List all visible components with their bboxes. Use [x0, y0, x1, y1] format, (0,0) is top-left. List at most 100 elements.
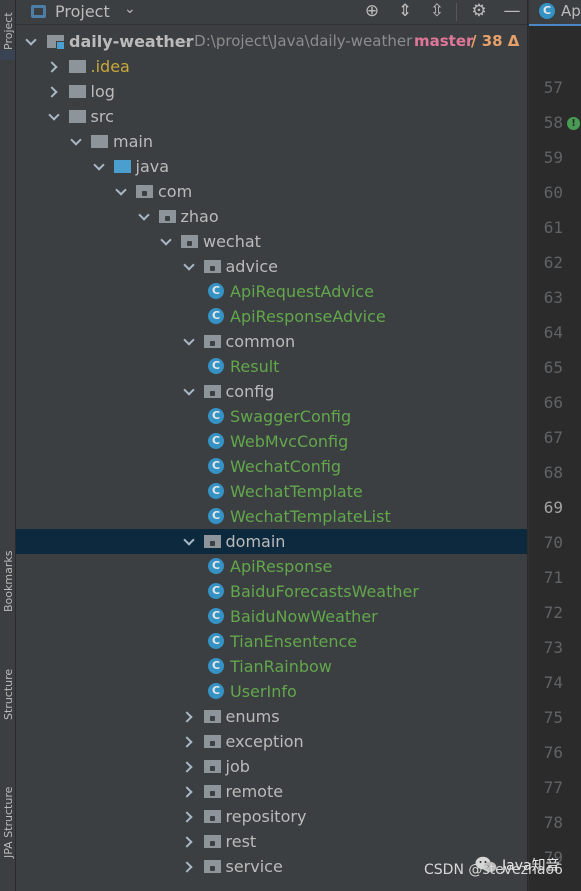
collapse-arrow-icon[interactable]	[182, 379, 196, 404]
folder-name: src	[90, 107, 114, 126]
folder-name: main	[113, 132, 153, 151]
tree-row-folder[interactable]: src	[16, 104, 527, 129]
tree-row-class[interactable]: C SwaggerConfig	[16, 404, 527, 429]
line-number: 78	[543, 813, 563, 832]
tree-row-class[interactable]: C ApiResponse	[16, 554, 527, 579]
tree-row-folder[interactable]: advice	[16, 254, 527, 279]
collapse-arrow-icon[interactable]	[182, 529, 196, 554]
editor-gutter: C Ap 57 58! 59 60 61 62 63 64 65 66 67 68 69 70 71 72 73…	[528, 0, 581, 891]
tree-row-class[interactable]: C Result	[16, 354, 527, 379]
tree-row-class[interactable]: C ApiRequestAdvice	[16, 279, 527, 304]
tree-row-folder[interactable]: exception	[16, 729, 527, 754]
expand-arrow-icon[interactable]	[182, 704, 196, 729]
tree-row-class[interactable]: C BaiduNowWeather	[16, 604, 527, 629]
project-toolbar: Project ⌄ ⊕ ⇕ ⇳ ⚙ —	[16, 0, 527, 25]
tree-row-class[interactable]: C WechatTemplate	[16, 479, 527, 504]
package-icon	[136, 185, 153, 198]
tree-row-class[interactable]: C TianRainbow	[16, 654, 527, 679]
expand-arrow-icon[interactable]	[182, 804, 196, 829]
project-view-title[interactable]: Project	[55, 2, 110, 21]
tree-row-class[interactable]: C WebMvcConfig	[16, 429, 527, 454]
tool-tab-bookmarks[interactable]: Bookmarks	[0, 551, 15, 622]
folder-name: exception	[225, 732, 304, 751]
tree-row-folder[interactable]: log	[16, 79, 527, 104]
folder-name: zhao	[180, 207, 219, 226]
tool-tab-label: Bookmarks	[2, 550, 15, 612]
class-icon: C	[208, 658, 224, 674]
tree-row-folder[interactable]: config	[16, 379, 527, 404]
collapse-all-icon[interactable]: ⇳	[426, 1, 448, 21]
tool-tab-structure[interactable]: Structure	[0, 669, 15, 730]
tree-row-folder[interactable]: remote	[16, 779, 527, 804]
class-name: ApiResponse	[230, 557, 333, 576]
run-gutter-icon[interactable]: !	[567, 117, 580, 130]
tool-tab-label: Project	[2, 12, 15, 50]
minimize-icon[interactable]: —	[501, 1, 523, 21]
collapse-arrow-icon[interactable]	[69, 129, 83, 154]
collapse-arrow-icon[interactable]	[182, 254, 196, 279]
tree-row-class[interactable]: C ApiResponseAdvice	[16, 304, 527, 329]
expand-arrow-icon[interactable]	[182, 729, 196, 754]
tree-row-folder[interactable]: rest	[16, 829, 527, 854]
expand-all-icon[interactable]: ⇕	[394, 1, 416, 21]
tree-row-folder[interactable]: job	[16, 754, 527, 779]
git-branch: master	[414, 32, 474, 50]
folder-name: remote	[225, 782, 284, 801]
folder-icon	[68, 110, 86, 123]
tree-row-folder[interactable]: .idea	[16, 54, 527, 79]
tree-row-folder[interactable]: zhao	[16, 204, 527, 229]
collapse-arrow-icon[interactable]	[114, 179, 128, 204]
folder-name: job	[225, 757, 250, 776]
expand-arrow-icon[interactable]	[24, 29, 38, 54]
folder-name: enums	[225, 707, 280, 726]
expand-arrow-icon[interactable]	[182, 779, 196, 804]
expand-arrow-icon[interactable]	[182, 754, 196, 779]
collapse-arrow-icon[interactable]	[182, 329, 196, 354]
line-number: 77	[543, 778, 563, 797]
expand-arrow-icon[interactable]	[182, 829, 196, 854]
tree-row-class[interactable]: C TianEnsentence	[16, 629, 527, 654]
tree-row-folder[interactable]: wechat	[16, 229, 527, 254]
line-number: 61	[543, 218, 563, 237]
tree-row-class[interactable]: C UserInfo	[16, 679, 527, 704]
tree-row-folder[interactable]: main	[16, 129, 527, 154]
gear-icon[interactable]: ⚙	[468, 1, 490, 21]
tree-row-folder[interactable]: enums	[16, 704, 527, 729]
module-name: daily-weather	[69, 32, 194, 51]
tool-window-strip: Project Bookmarks Structure JPA Structure	[0, 0, 16, 891]
folder-name: rest	[225, 832, 257, 851]
tree-row-class[interactable]: C WechatConfig	[16, 454, 527, 479]
tree-row-class[interactable]: C WechatTemplateList	[16, 504, 527, 529]
tool-tab-project[interactable]: Project	[0, 12, 15, 60]
editor-tab[interactable]: C Ap	[529, 0, 581, 26]
tree-row-folder[interactable]: domain	[16, 529, 527, 554]
view-dropdown-chevron-icon[interactable]: ⌄	[124, 1, 136, 17]
expand-arrow-icon[interactable]	[47, 79, 61, 104]
tool-tab-jpa-structure[interactable]: JPA Structure	[0, 787, 15, 868]
line-number: 62	[543, 253, 563, 272]
folder-name: domain	[225, 532, 286, 551]
expand-arrow-icon[interactable]	[47, 54, 61, 79]
tree-row-folder[interactable]: common	[16, 329, 527, 354]
class-name: WechatTemplate	[230, 482, 363, 501]
collapse-arrow-icon[interactable]	[159, 229, 173, 254]
tree-row-folder[interactable]: repository	[16, 804, 527, 829]
line-number: 70	[543, 533, 563, 552]
folder-name: .idea	[90, 57, 130, 76]
line-number: 69	[543, 498, 563, 517]
tree-row-root[interactable]: daily-weather - D:\project\Java\daily-wea…	[16, 29, 527, 54]
collapse-arrow-icon[interactable]	[137, 204, 151, 229]
tree-row-folder[interactable]: com	[16, 179, 527, 204]
expand-arrow-icon[interactable]	[182, 854, 196, 879]
package-icon	[181, 235, 198, 248]
crosshair-icon[interactable]: ⊕	[361, 1, 383, 21]
tree-row-class[interactable]: C BaiduForecastsWeather	[16, 579, 527, 604]
class-icon: C	[208, 483, 224, 499]
collapse-arrow-icon[interactable]	[92, 154, 106, 179]
folder-name: repository	[225, 807, 307, 826]
class-name: TianEnsentence	[230, 632, 358, 651]
collapse-arrow-icon[interactable]	[47, 104, 61, 129]
class-name: ApiResponseAdvice	[230, 307, 386, 326]
class-icon: C	[208, 558, 224, 574]
tree-row-folder[interactable]: java	[16, 154, 527, 179]
